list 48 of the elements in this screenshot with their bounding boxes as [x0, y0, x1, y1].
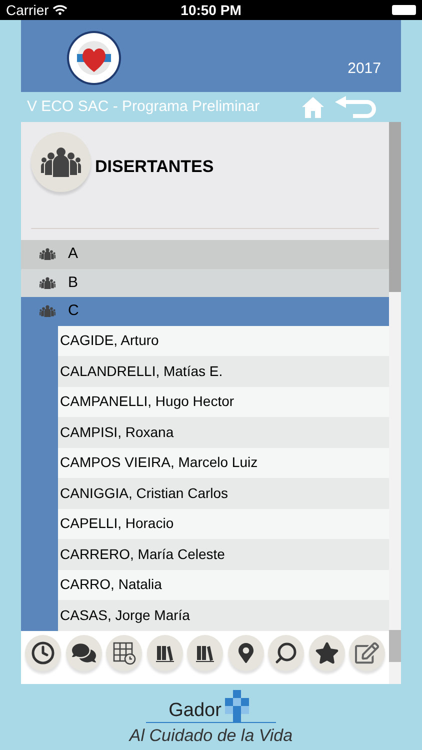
location-button[interactable] [228, 634, 264, 670]
brand-slogan: Al Cuidado de la Vida [129, 725, 293, 747]
speaker-row[interactable]: CAMPANELLI, Hugo Hector [58, 386, 389, 417]
edit-icon [355, 640, 379, 664]
clock-icon [31, 640, 55, 664]
letter-label: B [68, 272, 78, 292]
calendar-button[interactable] [106, 634, 142, 670]
speaker-row[interactable]: CAPELLI, Horacio [58, 508, 389, 539]
people-icon [39, 305, 56, 318]
schedule-button[interactable] [25, 634, 61, 670]
letter-row[interactable]: A [21, 240, 389, 268]
home-icon [301, 95, 325, 119]
speaker-row[interactable]: CAMPISI, Roxana [58, 417, 389, 448]
map-pin-icon [238, 642, 254, 662]
brand-name: Gador [168, 701, 222, 720]
search-icon [274, 640, 298, 664]
speaker-row[interactable]: CASAS, Jorge María [58, 600, 389, 630]
people-icon [41, 147, 81, 177]
letter-label: C [68, 301, 79, 321]
letter-row[interactable]: C [21, 297, 389, 326]
society-logo [66, 30, 122, 86]
speaker-row[interactable]: CAGIDE, Arturo [58, 326, 389, 356]
chat-icon [72, 640, 96, 664]
letter-label: A [68, 244, 78, 264]
letter-row[interactable]: B [21, 268, 389, 297]
chat-button[interactable] [66, 634, 102, 670]
section-title: DISERTANTES [95, 156, 214, 178]
year-label: 2017 [348, 58, 381, 78]
calendar-clock-icon [112, 640, 136, 664]
carrier-label: Carrier [6, 0, 49, 20]
favorites-button[interactable] [308, 634, 344, 670]
speaker-row[interactable]: CARRERO, María Celeste [58, 539, 389, 570]
speaker-row[interactable]: CALANDRELLI, Matías E. [58, 356, 389, 386]
return-arrow-icon [333, 95, 377, 119]
notes-button[interactable] [349, 634, 385, 670]
people-icon [39, 248, 56, 260]
battery-icon [392, 5, 416, 15]
clock-time: 10:50 PM [180, 0, 242, 20]
speaker-row[interactable]: CANIGGIA, Cristian Carlos [58, 478, 389, 508]
wifi-icon [52, 3, 67, 17]
program-title: V ECO SAC - Programa Preliminar [26, 96, 260, 117]
speaker-row[interactable]: CAMPOS VIEIRA, Marcelo Luiz [58, 448, 389, 478]
books-button[interactable] [187, 634, 223, 670]
search-button[interactable] [268, 634, 304, 670]
books-button[interactable] [146, 634, 182, 670]
people-icon [39, 276, 56, 289]
star-icon [314, 640, 338, 664]
speaker-row[interactable]: CARRO, Natalia [58, 570, 389, 600]
